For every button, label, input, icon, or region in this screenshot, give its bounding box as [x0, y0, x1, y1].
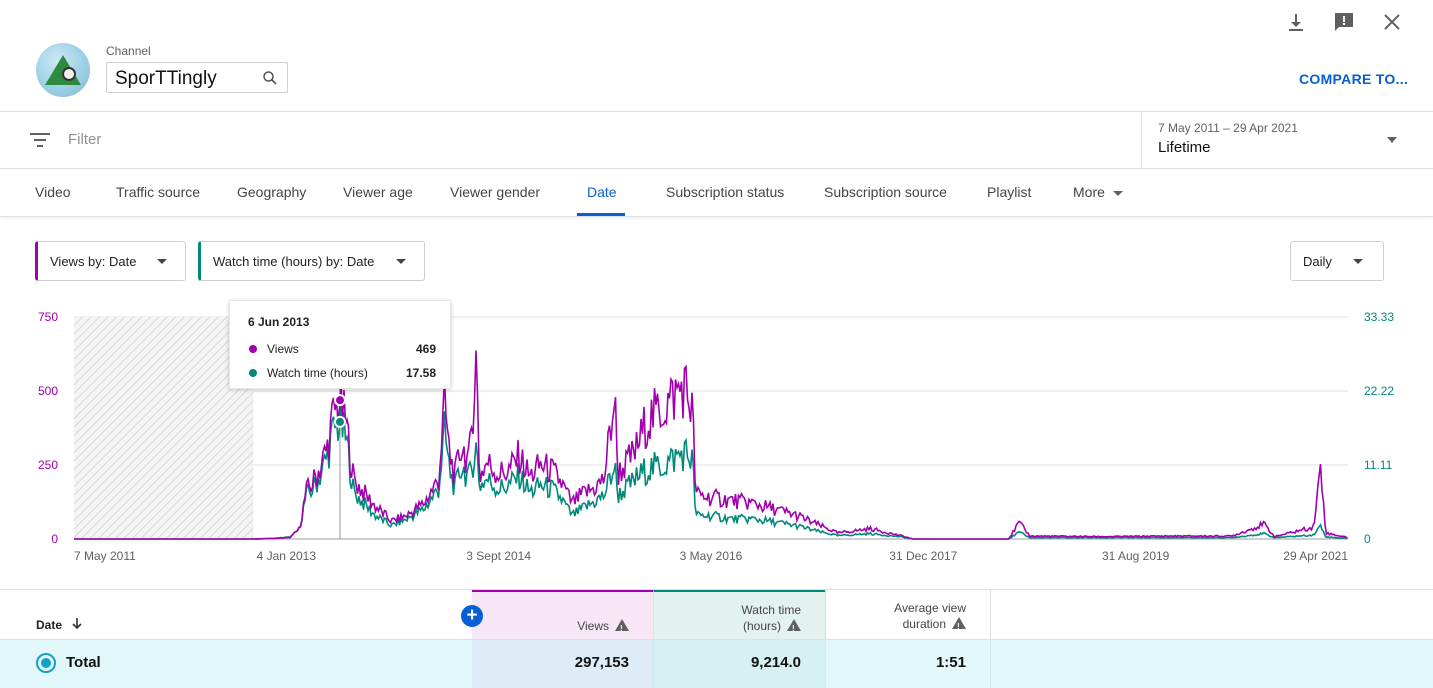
x-tick-label: 7 May 2011 — [74, 549, 136, 563]
primary-metric-label: Views by: Date — [50, 254, 137, 269]
tooltip-metric-value: 17.58 — [405, 366, 436, 380]
filter-bar: Filter 7 May 2011 – 29 Apr 2021 Lifetime — [0, 112, 1433, 169]
tooltip-metric-value: 469 — [415, 342, 436, 356]
y-right-tick-label: 22.22 — [1364, 384, 1394, 398]
close-icon[interactable] — [1380, 10, 1404, 34]
primary-metric-dropdown[interactable]: Views by: Date — [35, 241, 186, 281]
y-left-tick-label: 500 — [38, 384, 58, 398]
secondary-metric-dropdown[interactable]: Watch time (hours) by: Date — [198, 241, 425, 281]
y-axis-left: 0 250 500 750 — [38, 310, 58, 546]
tab-subscription-status[interactable]: Subscription status — [666, 184, 784, 200]
tab-viewer-age[interactable]: Viewer age — [343, 184, 413, 200]
x-tick-label: 31 Dec 2017 — [889, 549, 957, 563]
granularity-label: Daily — [1303, 254, 1332, 269]
download-icon[interactable] — [1284, 10, 1308, 34]
sort-down-icon[interactable] — [70, 616, 84, 632]
add-metric-button[interactable]: + — [461, 605, 483, 627]
tab-date[interactable]: Date — [587, 184, 617, 200]
x-tick-label: 31 Aug 2019 — [1102, 549, 1170, 563]
views-watchtime-chart[interactable]: 0 250 500 750 0 11.11 22.22 33.33 7 May 2011 4 … — [0, 296, 1433, 576]
channel-avatar — [36, 43, 90, 97]
x-tick-label: 3 Sept 2014 — [466, 549, 531, 563]
date-range-text: 7 May 2011 – 29 Apr 2021 — [1158, 121, 1298, 135]
views-legend-dot — [249, 345, 257, 353]
dimension-tabs: Video Traffic source Geography Viewer ag… — [0, 169, 1433, 217]
date-range-label: Lifetime — [1158, 139, 1211, 156]
report-header: Channel SporTTingly COMPARE TO... — [0, 0, 1433, 112]
chart-tooltip: 6 Jun 2013 Views 469 Watch time (hours) … — [229, 300, 451, 389]
y-left-tick-label: 250 — [38, 458, 58, 472]
x-tick-label: 29 Apr 2021 — [1283, 549, 1348, 563]
feedback-icon[interactable] — [1332, 10, 1356, 34]
chevron-down-icon — [157, 259, 167, 264]
y-right-tick-label: 0 — [1364, 532, 1371, 546]
chevron-down-icon — [1353, 259, 1363, 264]
date-range-picker[interactable]: 7 May 2011 – 29 Apr 2021 Lifetime — [1141, 112, 1433, 168]
y-left-tick-label: 0 — [51, 532, 58, 546]
watch-header-line2: (hours) — [742, 619, 781, 633]
tab-traffic-source[interactable]: Traffic source — [116, 184, 200, 200]
x-tick-label: 3 May 2016 — [680, 549, 743, 563]
views-header-label: Views — [577, 619, 609, 633]
avatar-ball — [62, 67, 76, 81]
watch-time-legend-dot — [249, 369, 257, 377]
x-axis: 7 May 2011 4 Jan 2013 3 Sept 2014 3 May 201… — [74, 549, 1348, 563]
tab-playlist[interactable]: Playlist — [987, 184, 1031, 200]
chevron-down-icon — [1387, 137, 1397, 143]
views-hover-point — [333, 394, 346, 407]
tooltip-row-views: Views 469 — [248, 342, 436, 358]
filter-input[interactable]: Filter — [68, 131, 101, 148]
total-row[interactable]: Total 297,153 9,214.0 1:51 — [0, 639, 1433, 688]
tooltip-row-watch-time: Watch time (hours) 17.58 — [248, 366, 436, 382]
channel-name: SporTTingly — [115, 68, 217, 89]
compare-to-button[interactable]: COMPARE TO... — [1299, 71, 1408, 87]
y-left-tick-label: 750 — [38, 310, 58, 324]
channel-label: Channel — [106, 44, 151, 58]
watch-time-series-line — [74, 400, 1348, 540]
y-axis-right: 0 11.11 22.22 33.33 — [1364, 310, 1394, 546]
total-radio-button[interactable] — [36, 653, 56, 673]
total-views-value: 297,153 — [574, 654, 629, 671]
warning-icon — [787, 619, 801, 637]
tab-more-label: More — [1073, 184, 1105, 200]
granularity-dropdown[interactable]: Daily — [1290, 241, 1384, 281]
metrics-table: Views Watch time (hours) Average view dura… — [0, 589, 1433, 688]
total-label: Total — [66, 654, 101, 671]
tooltip-date: 6 Jun 2013 — [248, 315, 310, 329]
watch-time-hover-point — [333, 415, 346, 428]
tab-viewer-gender[interactable]: Viewer gender — [450, 184, 540, 200]
filter-icon[interactable] — [30, 132, 50, 148]
total-avg-view-duration-value: 1:51 — [935, 654, 966, 671]
tooltip-metric-name: Views — [267, 342, 299, 356]
secondary-metric-label: Watch time (hours) by: Date — [213, 254, 375, 269]
chevron-down-icon — [1112, 190, 1123, 196]
tab-subscription-source[interactable]: Subscription source — [824, 184, 947, 200]
y-right-tick-label: 11.11 — [1364, 458, 1393, 472]
active-tab-indicator — [577, 213, 625, 216]
y-right-tick-label: 33.33 — [1364, 310, 1394, 324]
avd-header-line2: duration — [902, 617, 946, 631]
tab-more[interactable]: More — [1073, 184, 1123, 200]
chevron-down-icon — [396, 259, 406, 264]
date-column-header[interactable]: Date — [36, 618, 62, 632]
views-column-header[interactable]: Views — [577, 618, 629, 637]
tab-geography[interactable]: Geography — [237, 184, 306, 200]
channel-selector[interactable]: SporTTingly — [106, 62, 288, 93]
warning-icon — [615, 619, 629, 637]
warning-icon — [952, 617, 966, 635]
tooltip-metric-name: Watch time (hours) — [267, 366, 368, 380]
x-tick-label: 4 Jan 2013 — [257, 549, 317, 563]
no-data-region — [74, 317, 254, 539]
tab-video[interactable]: Video — [35, 184, 71, 200]
watch-header-line1: Watch time — [741, 603, 801, 617]
avg-view-duration-header[interactable]: Average view duration — [894, 600, 966, 635]
total-watch-time-value: 9,214.0 — [750, 654, 801, 671]
avd-header-line1: Average view — [894, 601, 966, 615]
watch-time-column-header[interactable]: Watch time (hours) — [741, 602, 801, 637]
search-icon[interactable] — [261, 69, 279, 87]
